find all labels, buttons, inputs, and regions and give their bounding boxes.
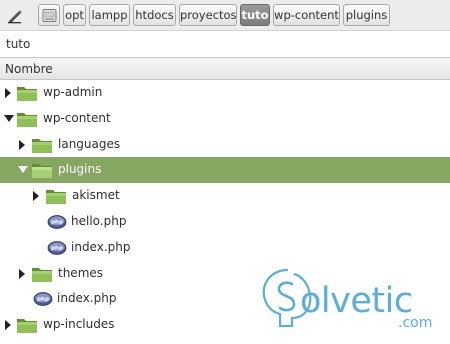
expand-arrow-icon[interactable] <box>31 183 43 209</box>
root-drive-button[interactable] <box>38 4 60 26</box>
tree-row-label: akismet <box>72 188 120 203</box>
tree-row-index-php[interactable]: php index.php <box>0 235 450 261</box>
folder-icon <box>31 136 53 154</box>
watermark-domain: .com <box>398 315 433 331</box>
collapse-arrow-icon[interactable] <box>3 106 15 132</box>
tree-row-label: wp-content <box>43 110 111 125</box>
crumb-htdocs[interactable]: htdocs <box>133 4 176 26</box>
tree-row-languages[interactable]: languages <box>0 132 450 158</box>
tree-row-label: themes <box>58 265 104 280</box>
crumb-lampp[interactable]: lampp <box>89 4 130 26</box>
tree-row-plugins[interactable]: plugins <box>0 157 450 184</box>
tree-row-wp-content[interactable]: wp-content <box>0 106 450 132</box>
tree-row-akismet[interactable]: akismet <box>0 183 450 209</box>
tree-row-label: wp-includes <box>43 317 115 332</box>
expand-arrow-icon[interactable] <box>17 261 29 287</box>
column-header-name[interactable]: Nombre <box>0 58 450 80</box>
expand-arrow-icon[interactable] <box>17 132 29 158</box>
expand-arrow-icon[interactable] <box>3 312 15 338</box>
location-bar[interactable]: tuto <box>0 31 450 58</box>
folder-icon <box>31 265 53 283</box>
expand-arrow-icon[interactable] <box>3 80 15 106</box>
pencil-icon <box>6 6 24 30</box>
path-bar: opt lampp htdocs proyectos tuto wp-conte… <box>0 0 450 31</box>
tree-row-label: wp-admin <box>43 85 103 99</box>
tree-row-label: plugins <box>58 162 102 177</box>
folder-open-icon <box>16 110 38 128</box>
edit-location-button[interactable] <box>3 4 27 26</box>
folder-icon <box>45 187 67 205</box>
folder-icon <box>16 84 38 102</box>
crumb-plugins[interactable]: plugins <box>343 4 390 26</box>
collapse-arrow-icon[interactable] <box>17 157 29 183</box>
crumb-proyectos[interactable]: proyectos <box>179 4 237 26</box>
folder-open-icon <box>31 161 53 179</box>
watermark-brand: olvetic <box>300 281 413 321</box>
svg-text:php: php <box>51 245 63 251</box>
svg-text:php: php <box>37 297 49 303</box>
crumb-tuto[interactable]: tuto <box>240 4 270 26</box>
php-file-icon: php <box>33 291 55 309</box>
crumb-wp-content[interactable]: wp-content <box>273 4 340 26</box>
tree-row-hello-php[interactable]: php hello.php <box>0 209 450 235</box>
svg-text:php: php <box>51 219 63 225</box>
tree-row-label: hello.php <box>71 213 127 228</box>
drive-icon <box>42 8 57 29</box>
php-file-icon: php <box>47 240 69 258</box>
folder-icon <box>16 316 38 334</box>
tree-row-label: languages <box>58 136 121 151</box>
column-header-label: Nombre <box>5 62 53 76</box>
location-input[interactable]: tuto <box>6 37 30 51</box>
crumb-opt[interactable]: opt <box>63 4 86 26</box>
tree-row-wp-admin[interactable]: wp-admin <box>0 80 450 106</box>
php-file-icon: php <box>47 214 69 232</box>
tree-row-label: index.php <box>71 239 131 254</box>
tree-row-label: index.php <box>57 291 117 306</box>
